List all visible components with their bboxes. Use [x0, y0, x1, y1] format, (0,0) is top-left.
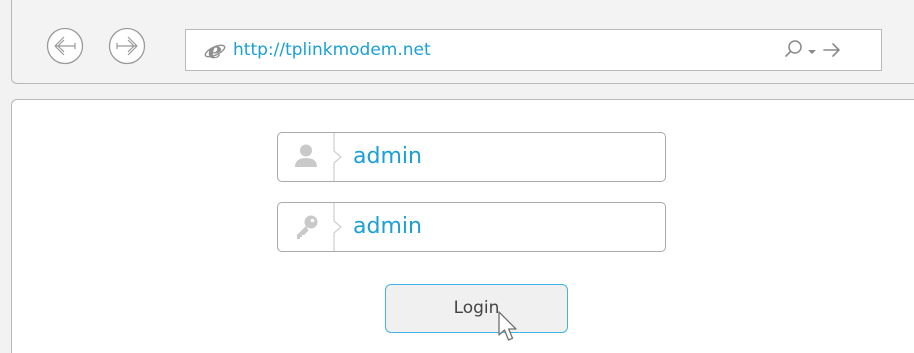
field-divider [333, 203, 342, 251]
username-value[interactable]: admin [353, 145, 422, 169]
page-content: admin admin Login [11, 99, 914, 353]
address-bar[interactable]: e http://tplinkmodem.net [185, 29, 882, 71]
password-field[interactable]: admin [277, 202, 666, 252]
svg-text:e: e [208, 39, 222, 61]
back-arrow-icon [46, 27, 84, 65]
back-button[interactable] [46, 27, 84, 65]
login-button[interactable]: Login [385, 284, 568, 333]
username-icon-area [278, 133, 334, 181]
password-value[interactable]: admin [353, 215, 422, 239]
mouse-pointer-icon [498, 311, 517, 341]
search-icon[interactable] [784, 39, 804, 59]
internet-explorer-icon: e [204, 39, 226, 61]
browser-toolbar: e http://tplinkmodem.net [11, 0, 914, 84]
username-field[interactable]: admin [277, 132, 666, 182]
go-arrow-icon[interactable] [822, 40, 842, 60]
dropdown-caret-icon[interactable] [807, 41, 817, 61]
password-icon-area [278, 203, 334, 251]
user-icon [295, 144, 317, 167]
forward-button[interactable] [108, 27, 146, 65]
key-icon [297, 215, 318, 239]
field-divider [333, 133, 342, 181]
forward-arrow-icon [108, 27, 146, 65]
address-url[interactable]: http://tplinkmodem.net [233, 40, 431, 60]
